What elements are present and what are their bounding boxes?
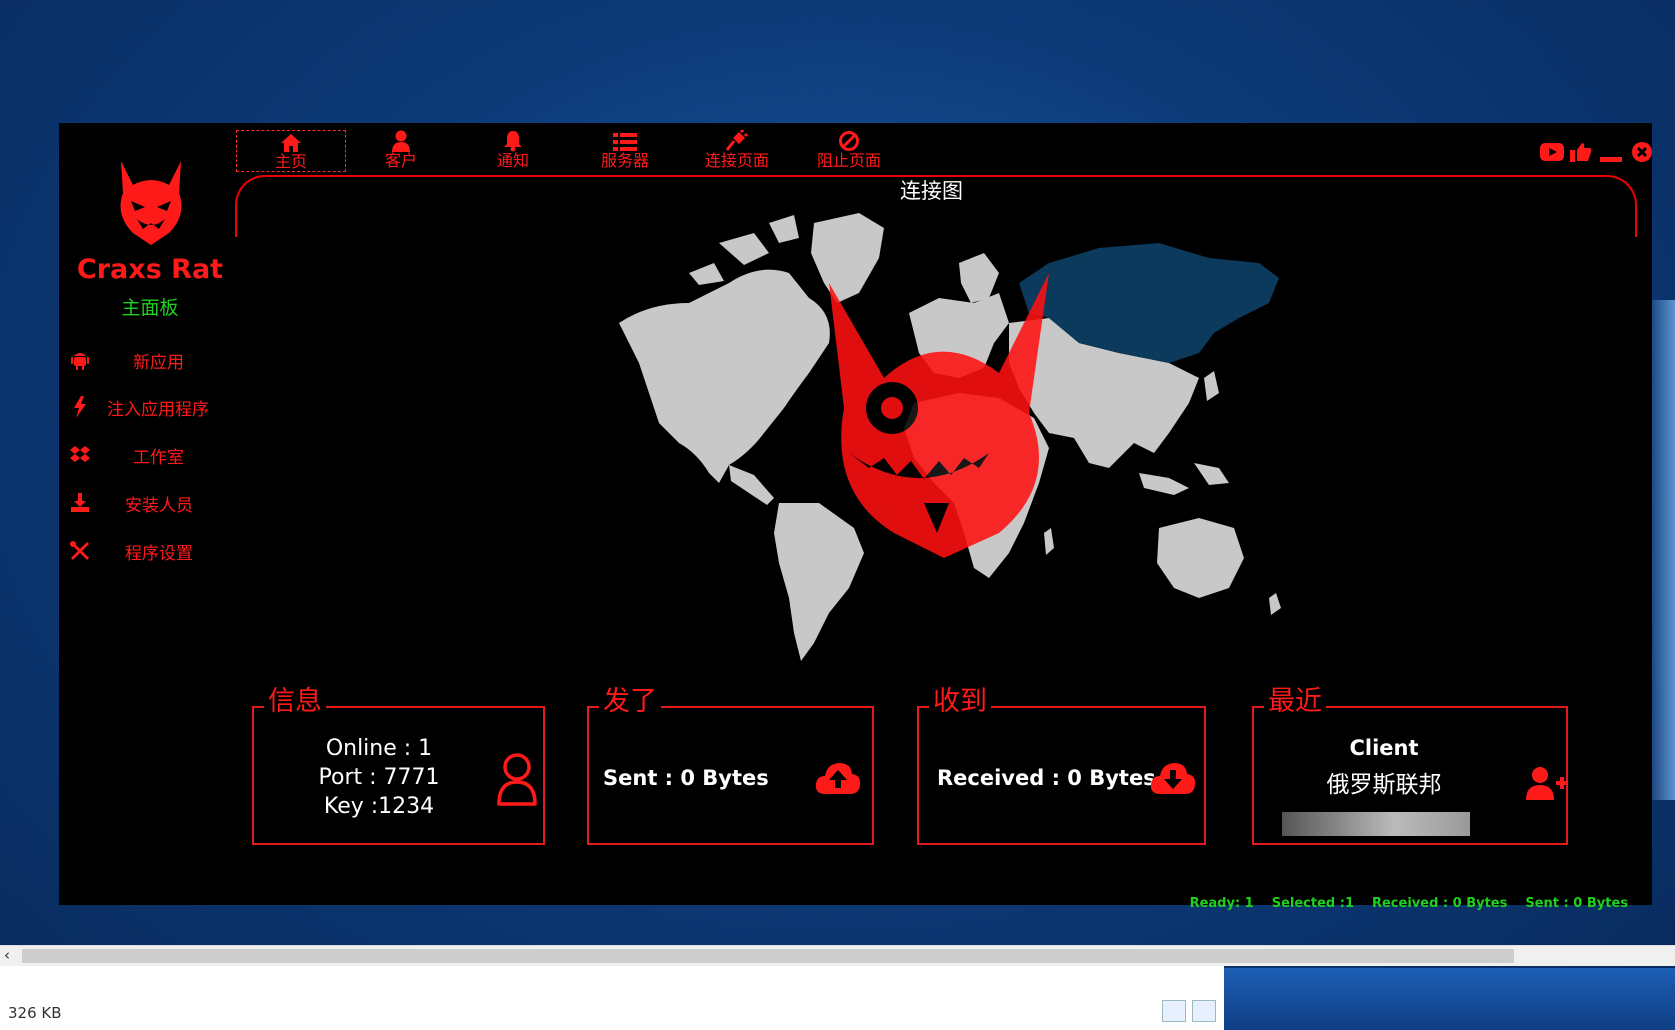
tab-connection-page[interactable]: 连接页面	[683, 130, 791, 170]
tab-home[interactable]: 主页	[236, 130, 346, 172]
sidebar-item-new-app[interactable]: 新应用	[69, 344, 259, 376]
app-window: Craxs Rat 主面板 新应用 注入应用程序 工作室 安装人员 程序设置 主…	[59, 123, 1653, 911]
sidebar-item-label: 工作室	[133, 447, 184, 468]
tab-clients[interactable]: 客户	[347, 130, 455, 170]
tab-label: 通知	[496, 151, 529, 170]
map-title: 连接图	[900, 179, 963, 203]
tab-label: 阻止页面	[816, 151, 881, 170]
sidebar-item-studio[interactable]: 工作室	[69, 439, 259, 471]
horizontal-scrollbar[interactable]: ‹	[0, 945, 1675, 966]
user-plus-icon	[1526, 766, 1568, 804]
tab-label: 连接页面	[704, 151, 769, 170]
redacted-ip	[1282, 812, 1470, 836]
tab-label: 服务器	[600, 151, 649, 170]
status-received: Received : 0 Bytes	[1371, 896, 1508, 911]
scroll-left-icon[interactable]: ‹	[4, 946, 10, 964]
received-bytes: Received : 0 Bytes	[937, 766, 1156, 790]
tools-icon	[69, 540, 91, 562]
file-size: 326 KB	[8, 1004, 62, 1022]
ban-icon	[795, 130, 903, 152]
status-bar: Ready: 1 Selected :1 Received : 0 Bytes …	[1190, 896, 1628, 911]
app-title: Craxs Rat	[76, 254, 224, 285]
dropbox-icon	[69, 444, 91, 466]
status-sent: Sent : 0 Bytes	[1525, 896, 1628, 911]
sidebar-item-label: 注入应用程序	[107, 399, 209, 420]
received-panel-title: 收到	[929, 686, 991, 718]
status-ready: Ready: 1	[1189, 896, 1254, 911]
sidebar-item-label: 程序设置	[125, 543, 193, 564]
key-value: Key :1234	[323, 794, 435, 819]
recent-client-label: Client	[1349, 736, 1419, 760]
sent-bytes: Sent : 0 Bytes	[603, 766, 769, 790]
user-icon	[347, 130, 455, 152]
port-value: Port : 7771	[318, 765, 440, 790]
sidebar-item-label: 安装人员	[125, 495, 193, 516]
sidebar-item-installer[interactable]: 安装人员	[69, 487, 259, 519]
online-count: Online : 1	[325, 736, 433, 761]
recent-client-country: 俄罗斯联邦	[1326, 772, 1442, 798]
tab-servers[interactable]: 服务器	[571, 130, 679, 170]
tab-block-page[interactable]: 阻止页面	[795, 130, 903, 170]
info-panel: 信息 Online : 1 Port : 7771 Key :1234	[252, 686, 545, 845]
sent-panel-title: 发了	[599, 686, 661, 718]
cloud-upload-icon	[815, 760, 861, 798]
list-icon	[571, 130, 679, 152]
android-icon	[69, 349, 91, 371]
tab-label: 客户	[384, 151, 417, 170]
world-map	[619, 213, 1281, 661]
bell-icon	[459, 130, 567, 152]
sidebar-item-label: 新应用	[133, 352, 184, 373]
sent-panel: 发了 Sent : 0 Bytes	[587, 686, 874, 845]
youtube-icon[interactable]	[1540, 141, 1564, 163]
recent-panel: 最近 Client 俄罗斯联邦	[1252, 686, 1568, 845]
bolt-icon	[69, 396, 91, 418]
info-panel-title: 信息	[264, 686, 326, 718]
scrollbar-thumb[interactable]	[22, 949, 1514, 963]
user-outline-icon	[497, 752, 537, 810]
app-subtitle: 主面板	[121, 297, 179, 319]
cloud-download-icon	[1150, 760, 1196, 798]
tab-notifications[interactable]: 通知	[459, 130, 567, 170]
received-panel: 收到 Received : 0 Bytes	[917, 686, 1206, 845]
explorer-status-bar	[0, 966, 1224, 1030]
plug-icon	[683, 130, 791, 152]
tab-label: 主页	[274, 152, 307, 171]
home-icon	[237, 131, 345, 153]
status-selected: Selected :1	[1271, 896, 1354, 911]
download-icon	[69, 492, 91, 514]
preview-view-icon[interactable]	[1192, 1000, 1216, 1022]
close-icon[interactable]	[1631, 141, 1653, 163]
recent-panel-title: 最近	[1264, 686, 1326, 718]
sidebar-item-inject-app[interactable]: 注入应用程序	[69, 391, 259, 423]
sidebar-item-settings[interactable]: 程序设置	[69, 535, 259, 567]
minimize-icon[interactable]	[1599, 141, 1623, 163]
details-view-icon[interactable]	[1162, 1000, 1186, 1022]
thumbs-up-icon[interactable]	[1570, 141, 1592, 163]
